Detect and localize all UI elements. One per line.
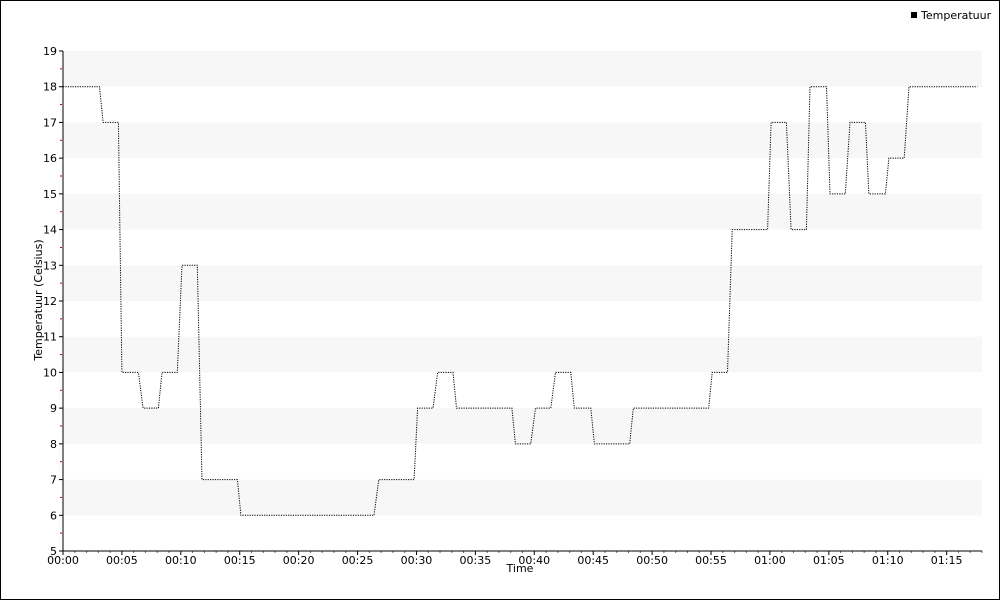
grid-band xyxy=(63,122,982,159)
y-tick-label: 12 xyxy=(43,295,57,308)
x-tick-label: 00:10 xyxy=(165,554,197,567)
x-tick-label: 01:00 xyxy=(754,554,786,567)
x-tick-label: 00:30 xyxy=(401,554,433,567)
x-tick-label: 00:15 xyxy=(224,554,256,567)
chart-frame: 5 6 7 8 9 10 11 12 13 14 15 16 17 18 19 00:00 00:05 00:1… xyxy=(0,0,1000,600)
y-axis-ticks: 5678910111213141516171819 xyxy=(43,45,63,558)
x-tick-label: 00:05 xyxy=(106,554,138,567)
y-tick-label: 17 xyxy=(43,116,57,129)
legend-label-temperatuur: Temperatuur xyxy=(920,9,992,22)
x-tick-label: 00:35 xyxy=(460,554,492,567)
legend: Temperatuur xyxy=(911,9,992,22)
y-tick-label: 7 xyxy=(50,474,57,487)
y-tick-label: 14 xyxy=(43,224,57,237)
y-tick-label: 16 xyxy=(43,152,57,165)
x-tick-label: 01:15 xyxy=(931,554,963,567)
y-tick-label: 6 xyxy=(50,509,57,522)
y-tick-label: 10 xyxy=(43,366,57,379)
grid-band xyxy=(63,479,982,516)
y-tick-label: 15 xyxy=(43,188,57,201)
x-tick-label: 00:25 xyxy=(342,554,374,567)
grid-band xyxy=(63,51,982,87)
y-tick-label: 9 xyxy=(50,402,57,415)
x-tick-label: 00:45 xyxy=(577,554,609,567)
y-tick-label: 13 xyxy=(43,259,57,272)
y-tick-label: 19 xyxy=(43,45,57,58)
x-tick-label: 00:00 xyxy=(47,554,79,567)
grid-band xyxy=(63,265,982,301)
x-tick-label: 00:20 xyxy=(283,554,315,567)
x-axis-label: Time xyxy=(506,562,534,575)
temperature-chart: 5678910111213141516171819 00:00 00:05 00:1… xyxy=(32,9,992,575)
y-tick-label: 11 xyxy=(43,331,57,344)
x-tick-label: 01:05 xyxy=(813,554,845,567)
x-tick-label: 00:55 xyxy=(695,554,727,567)
y-tick-label: 8 xyxy=(50,438,57,451)
grid-band xyxy=(63,336,982,373)
x-tick-label: 01:10 xyxy=(872,554,904,567)
y-tick-label: 18 xyxy=(43,81,57,94)
grid-band xyxy=(63,193,982,230)
x-tick-label: 00:50 xyxy=(636,554,668,567)
legend-swatch-temperatuur xyxy=(911,12,917,18)
y-axis-label: Temperatuur (Celsius) xyxy=(32,239,45,361)
